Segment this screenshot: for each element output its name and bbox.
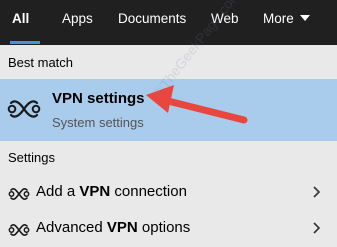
tab-documents[interactable]: Documents — [118, 0, 186, 45]
active-tab-indicator — [10, 41, 40, 44]
tab-all[interactable]: All — [12, 0, 29, 45]
settings-item-add-vpn[interactable]: Add a VPN connection — [0, 175, 337, 209]
pointer-arrow-icon — [146, 85, 248, 124]
chevron-right-icon[interactable] — [312, 186, 320, 198]
tab-web[interactable]: Web — [211, 0, 239, 45]
result-title: VPN settings — [52, 90, 145, 107]
vpn-icon — [8, 188, 30, 200]
result-subtitle: System settings — [52, 115, 144, 130]
settings-item-label: Advanced VPN options — [36, 219, 191, 236]
chevron-right-icon[interactable] — [312, 222, 320, 234]
settings-heading: Settings — [8, 150, 55, 165]
tab-more[interactable]: More — [263, 0, 310, 45]
settings-item-label: Add a VPN connection — [36, 183, 187, 200]
chevron-down-icon — [299, 15, 310, 22]
tab-more-label: More — [263, 11, 294, 26]
tab-apps[interactable]: Apps — [62, 0, 93, 45]
search-tabs-bar: All Apps Documents Web More — [0, 0, 337, 45]
settings-item-advanced-vpn[interactable]: Advanced VPN options — [0, 211, 337, 245]
vpn-icon — [7, 100, 41, 118]
best-match-heading: Best match — [8, 55, 74, 70]
vpn-icon — [8, 224, 30, 236]
